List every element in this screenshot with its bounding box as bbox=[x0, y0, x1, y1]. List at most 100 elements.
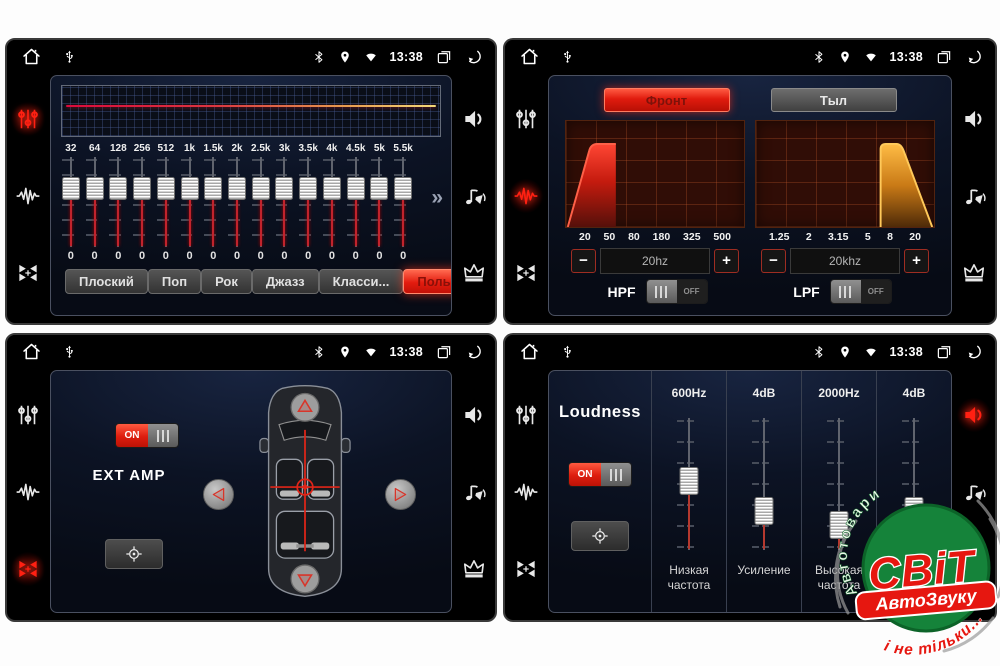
lpf-plus-button[interactable]: + bbox=[904, 249, 929, 273]
recent-apps-button[interactable] bbox=[435, 48, 453, 66]
eq-panel: 13:38 32641282565121k1.5k2k2.5k3k3.5k4k4… bbox=[5, 38, 497, 325]
preset-pop-button[interactable]: Поп bbox=[148, 269, 201, 294]
right-sidebar bbox=[953, 73, 995, 323]
back-button[interactable] bbox=[965, 48, 983, 66]
front-speakers-tab[interactable]: Фронт bbox=[604, 88, 730, 112]
tab-sound-effect[interactable] bbox=[457, 179, 491, 213]
hpf-toggle[interactable]: OFF bbox=[646, 279, 708, 304]
tab-premium[interactable] bbox=[457, 552, 491, 586]
tab-premium[interactable] bbox=[957, 256, 991, 290]
eq-band-slider[interactable] bbox=[106, 154, 130, 250]
eq-band-slider[interactable] bbox=[391, 154, 415, 250]
ext-amp-toggle[interactable]: ON bbox=[115, 423, 179, 448]
eq-band-slider[interactable] bbox=[83, 154, 107, 250]
eq-band-slider[interactable] bbox=[249, 154, 273, 250]
tab-equalizer[interactable] bbox=[11, 398, 45, 432]
fader-rear-button[interactable] bbox=[291, 565, 319, 593]
slider-knob[interactable] bbox=[755, 497, 774, 525]
eq-band-slider[interactable] bbox=[296, 154, 320, 250]
slider-knob[interactable] bbox=[133, 177, 151, 200]
eq-band-slider[interactable] bbox=[201, 154, 225, 250]
chevron-more-icon[interactable]: » bbox=[431, 186, 443, 210]
eq-band-slider[interactable] bbox=[368, 154, 392, 250]
tab-sound-effect[interactable] bbox=[457, 475, 491, 509]
preset-custom-button[interactable]: Польз. bbox=[403, 269, 452, 294]
tab-volume[interactable] bbox=[957, 102, 991, 136]
recent-apps-button[interactable] bbox=[935, 48, 953, 66]
eq-band-slider[interactable] bbox=[178, 154, 202, 250]
lpf-curve-graph bbox=[755, 120, 935, 228]
slider-knob[interactable] bbox=[370, 177, 388, 200]
slider-knob[interactable] bbox=[394, 177, 412, 200]
slider-knob[interactable] bbox=[109, 177, 127, 200]
slider-knob[interactable] bbox=[204, 177, 222, 200]
back-button[interactable] bbox=[965, 343, 983, 361]
home-button[interactable] bbox=[519, 341, 540, 362]
preset-rock-button[interactable]: Рок bbox=[201, 269, 252, 294]
slider-knob[interactable] bbox=[323, 177, 341, 200]
toggle-handle bbox=[148, 424, 178, 447]
home-button[interactable] bbox=[21, 46, 42, 67]
center-position-button[interactable] bbox=[105, 539, 163, 569]
tab-volume[interactable] bbox=[457, 102, 491, 136]
tab-crossover[interactable] bbox=[509, 475, 543, 509]
crossover-content: Фронт Тыл bbox=[548, 75, 952, 316]
slider-knob[interactable] bbox=[680, 467, 699, 495]
recent-apps-button[interactable] bbox=[435, 343, 453, 361]
slider-knob[interactable] bbox=[181, 177, 199, 200]
slider-knob[interactable] bbox=[275, 177, 293, 200]
recent-apps-button[interactable] bbox=[935, 343, 953, 361]
tab-crossover[interactable] bbox=[11, 475, 45, 509]
slider-knob[interactable] bbox=[86, 177, 104, 200]
preset-classic-button[interactable]: Класси... bbox=[319, 269, 404, 294]
rear-speakers-tab[interactable]: Тыл bbox=[771, 88, 897, 112]
home-button[interactable] bbox=[519, 46, 540, 67]
eq-band-slider[interactable] bbox=[273, 154, 297, 250]
balance-right-button[interactable] bbox=[385, 479, 416, 510]
eq-values: 000000000000000 bbox=[51, 250, 451, 262]
tab-equalizer[interactable] bbox=[509, 398, 543, 432]
slider-knob[interactable] bbox=[228, 177, 246, 200]
slider-knob[interactable] bbox=[347, 177, 365, 200]
eq-band-slider[interactable] bbox=[59, 154, 83, 250]
tab-equalizer[interactable] bbox=[509, 102, 543, 136]
slider-knob[interactable] bbox=[299, 177, 317, 200]
tab-volume[interactable] bbox=[457, 398, 491, 432]
hpf-curve-graph bbox=[565, 120, 745, 228]
tab-balance[interactable] bbox=[509, 256, 543, 290]
tab-balance[interactable] bbox=[509, 552, 543, 586]
low-freq-slider[interactable] bbox=[674, 415, 704, 553]
hpf-plus-button[interactable]: + bbox=[714, 249, 739, 273]
center-position-button[interactable] bbox=[571, 521, 629, 551]
tab-volume[interactable] bbox=[957, 398, 991, 432]
eq-band-slider[interactable] bbox=[320, 154, 344, 250]
slider-knob[interactable] bbox=[62, 177, 80, 200]
clock: 13:38 bbox=[890, 50, 923, 64]
loudness-toggle[interactable]: ON bbox=[568, 462, 632, 487]
tab-balance[interactable] bbox=[11, 256, 45, 290]
back-button[interactable] bbox=[465, 48, 483, 66]
tab-balance[interactable] bbox=[11, 552, 45, 586]
fader-front-button[interactable] bbox=[291, 393, 319, 421]
lpf-minus-button[interactable]: − bbox=[761, 249, 786, 273]
tab-equalizer[interactable] bbox=[11, 102, 45, 136]
slider-knob[interactable] bbox=[157, 177, 175, 200]
eq-band-slider[interactable] bbox=[225, 154, 249, 250]
eq-band-slider[interactable] bbox=[344, 154, 368, 250]
balance-left-button[interactable] bbox=[203, 479, 234, 510]
back-button[interactable] bbox=[465, 343, 483, 361]
preset-jazz-button[interactable]: Джазз bbox=[252, 269, 319, 294]
clock: 13:38 bbox=[390, 50, 423, 64]
slider-knob[interactable] bbox=[252, 177, 270, 200]
tab-sound-effect[interactable] bbox=[957, 179, 991, 213]
tab-premium[interactable] bbox=[457, 256, 491, 290]
preset-flat-button[interactable]: Плоский bbox=[65, 269, 148, 294]
lpf-toggle[interactable]: OFF bbox=[830, 279, 892, 304]
home-button[interactable] bbox=[21, 341, 42, 362]
tab-crossover[interactable] bbox=[11, 179, 45, 213]
eq-band-slider[interactable] bbox=[130, 154, 154, 250]
eq-band-slider[interactable] bbox=[154, 154, 178, 250]
tab-crossover[interactable] bbox=[509, 179, 543, 213]
low-gain-slider[interactable] bbox=[749, 415, 779, 553]
hpf-minus-button[interactable]: − bbox=[571, 249, 596, 273]
